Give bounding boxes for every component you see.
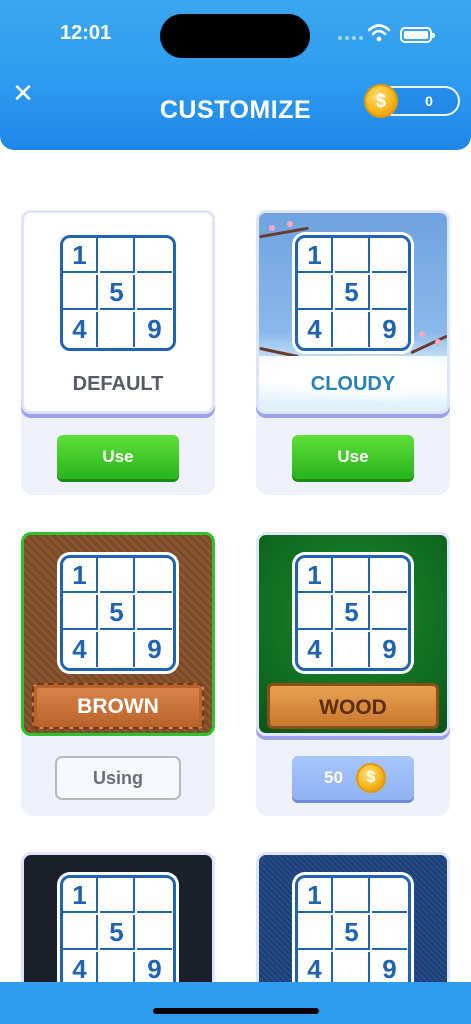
board-cell [372, 275, 407, 310]
theme-preview-default[interactable]: 1 5 4 9 DEFAULT [21, 210, 215, 414]
theme-preview-wood[interactable]: 1 5 4 9 WOOD [256, 532, 450, 736]
board-cell [335, 878, 370, 913]
board-cell: 1 [298, 238, 333, 273]
board-cell: 4 [298, 632, 333, 667]
board-cell [100, 878, 135, 913]
board-cell [100, 558, 135, 593]
board-cell [137, 275, 172, 310]
blossom-decoration [287, 221, 293, 227]
theme-label: WOOD [267, 683, 439, 729]
cellular-signal-icon [338, 36, 363, 40]
sudoku-board-sample: 1 5 4 9 [60, 555, 176, 671]
board-cell: 5 [335, 915, 370, 950]
dynamic-island [160, 14, 310, 58]
board-cell [335, 312, 370, 347]
board-cell [372, 558, 407, 593]
board-cell [137, 595, 172, 630]
price-label: 50 [324, 768, 343, 787]
board-cell: 4 [63, 632, 98, 667]
board-cell: 9 [382, 634, 397, 664]
board-cell: 5 [100, 915, 135, 950]
board-cell: 1 [298, 558, 333, 593]
board-cell: 1 [63, 238, 98, 273]
theme-label: DEFAULT [72, 373, 164, 395]
board-cell: 1 [63, 878, 98, 913]
status-time: 12:01 [60, 22, 112, 44]
board-cell: 9 [147, 314, 162, 344]
theme-card-brown[interactable]: 1 5 4 9 BROWN Using [21, 532, 215, 816]
board-cell [372, 595, 407, 630]
board-cell [298, 275, 333, 310]
board-cell: 5 [335, 275, 370, 310]
board-cell [298, 915, 333, 950]
board-cell: 5 [335, 595, 370, 630]
board-cell [372, 238, 407, 273]
coin-icon: $ [364, 84, 398, 118]
board-cell [63, 915, 98, 950]
board-cell [335, 238, 370, 273]
board-cell [63, 275, 98, 310]
theme-preview-brown[interactable]: 1 5 4 9 BROWN [21, 532, 215, 736]
sudoku-board-sample: 1 5 4 9 [60, 235, 176, 351]
board-cell [335, 632, 370, 667]
board-cell [137, 878, 172, 913]
customize-screen: 12:01 ✕ CUSTOMIZE 0 $ 1 5 4 9 DEFAULT Us… [0, 0, 471, 1024]
theme-card-wood[interactable]: 1 5 4 9 WOOD 50 $ [256, 532, 450, 816]
board-cell: 1 [63, 558, 98, 593]
coin-icon: $ [356, 763, 386, 793]
buy-button-wood[interactable]: 50 $ [292, 756, 414, 800]
theme-card-default[interactable]: 1 5 4 9 DEFAULT Use [21, 210, 215, 495]
board-cell [100, 632, 135, 667]
board-cell [372, 915, 407, 950]
board-cell [335, 558, 370, 593]
sudoku-board-sample: 1 5 4 9 [60, 875, 176, 991]
using-button-brown[interactable]: Using [55, 756, 181, 800]
board-cell [137, 238, 172, 273]
theme-label: BROWN [32, 683, 204, 729]
board-cell: 9 [147, 634, 162, 664]
blossom-decoration [269, 225, 275, 231]
coin-count: 0 [425, 93, 433, 109]
board-cell [372, 878, 407, 913]
theme-preview-cloudy[interactable]: 1 5 4 9 CLOUDY [256, 210, 450, 414]
sudoku-board-sample: 1 5 4 9 [295, 235, 411, 351]
board-cell [137, 558, 172, 593]
sudoku-board-sample: 1 5 4 9 [295, 555, 411, 671]
blossom-decoration [435, 339, 441, 345]
wifi-icon [368, 24, 390, 42]
board-cell [298, 595, 333, 630]
board-cell: 9 [382, 314, 397, 344]
battery-icon [400, 27, 435, 43]
board-cell: 5 [100, 275, 135, 310]
use-button-cloudy[interactable]: Use [292, 435, 414, 479]
board-cell: 4 [63, 312, 98, 347]
theme-label: CLOUDY [310, 373, 396, 395]
bottom-bar [0, 982, 471, 1024]
use-button-default[interactable]: Use [57, 435, 179, 479]
blossom-branch-decoration [410, 334, 447, 355]
board-cell [137, 915, 172, 950]
blossom-decoration [419, 331, 425, 337]
board-cell: 5 [100, 595, 135, 630]
board-cell [63, 595, 98, 630]
board-cell [100, 312, 135, 347]
board-cell: 1 [298, 878, 333, 913]
board-cell [100, 238, 135, 273]
board-cell: 4 [298, 312, 333, 347]
theme-card-cloudy[interactable]: 1 5 4 9 CLOUDY Use [256, 210, 450, 495]
home-indicator[interactable] [153, 1008, 319, 1014]
sudoku-board-sample: 1 5 4 9 [295, 875, 411, 991]
